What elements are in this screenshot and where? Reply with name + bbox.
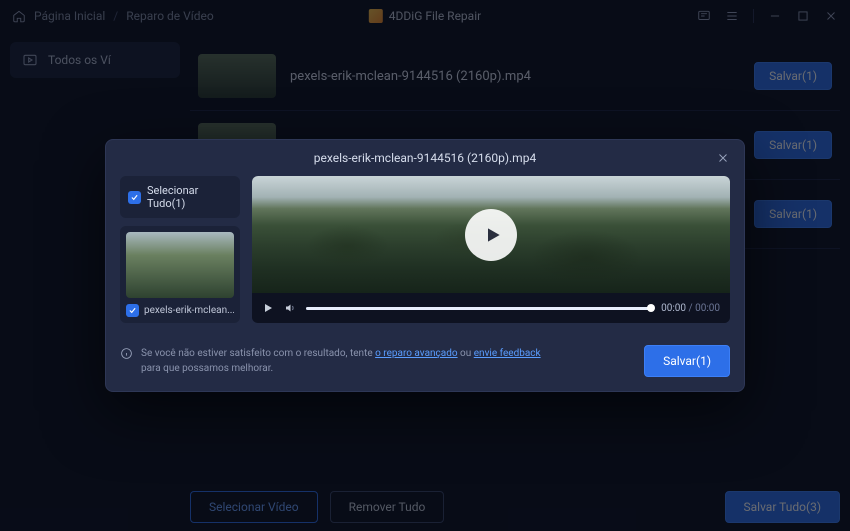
- thumb-card[interactable]: pexels-erik-mclean...: [120, 226, 240, 323]
- note-text-mid: ou: [458, 348, 474, 359]
- video-controls: 00:00 / 00:00: [252, 293, 730, 323]
- play-icon: [483, 225, 503, 245]
- send-feedback-link[interactable]: envie feedback: [474, 348, 541, 359]
- time-total: 00:00: [695, 303, 720, 314]
- play-button[interactable]: [465, 209, 517, 261]
- select-all-label: Selecionar Tudo(1): [147, 184, 232, 210]
- video-frame[interactable]: [252, 176, 730, 293]
- seek-progress: [306, 307, 651, 310]
- thumb-label: pexels-erik-mclean...: [144, 305, 234, 316]
- info-icon: [120, 347, 133, 360]
- seek-bar[interactable]: [306, 307, 651, 310]
- checkbox-checked-icon[interactable]: [126, 304, 139, 317]
- video-preview: 00:00 / 00:00: [252, 176, 730, 323]
- seek-knob[interactable]: [647, 304, 655, 312]
- advanced-repair-link[interactable]: o reparo avançado: [375, 348, 457, 359]
- modal-title: pexels-erik-mclean-9144516 (2160p).mp4: [314, 151, 536, 165]
- time-current: 00:00: [661, 303, 686, 314]
- play-small-icon[interactable]: [262, 302, 274, 314]
- modal-sidebar: Selecionar Tudo(1) pexels-erik-mclean...: [120, 176, 240, 323]
- time-display: 00:00 / 00:00: [661, 303, 720, 314]
- select-all-row[interactable]: Selecionar Tudo(1): [120, 176, 240, 218]
- modal-overlay: pexels-erik-mclean-9144516 (2160p).mp4 S…: [0, 0, 850, 531]
- note-text-post: para que possamos melhorar.: [141, 363, 273, 374]
- preview-modal: pexels-erik-mclean-9144516 (2160p).mp4 S…: [105, 139, 745, 392]
- modal-save-button[interactable]: Salvar(1): [644, 345, 730, 377]
- thumb-image: [126, 232, 234, 298]
- footer-note: Se você não estiver satisfeito com o res…: [120, 346, 632, 376]
- modal-header: pexels-erik-mclean-9144516 (2160p).mp4: [106, 140, 744, 176]
- checkbox-checked-icon[interactable]: [128, 191, 141, 204]
- modal-footer: Se você não estiver satisfeito com o res…: [106, 335, 744, 391]
- volume-icon[interactable]: [284, 302, 296, 314]
- close-icon[interactable]: [716, 151, 730, 165]
- note-text-pre: Se você não estiver satisfeito com o res…: [141, 348, 375, 359]
